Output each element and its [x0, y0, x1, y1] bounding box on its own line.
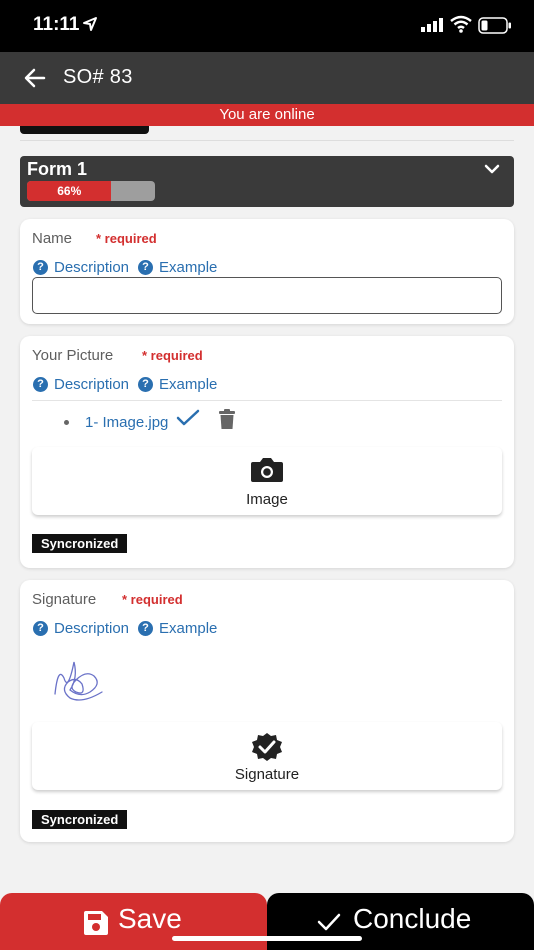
field-label: Name — [32, 230, 73, 247]
field-card-picture: Your Picture * required ? Description ? … — [20, 336, 514, 568]
progress-label: 66% — [57, 184, 82, 198]
check-icon — [317, 913, 341, 931]
signature-button-label: Signature — [234, 766, 300, 783]
attached-file-item: 1- Image.jpg — [64, 408, 236, 431]
required-marker: * required — [96, 231, 157, 246]
chevron-down-icon[interactable] — [484, 163, 500, 175]
save-icon — [84, 911, 108, 935]
trash-icon[interactable] — [218, 408, 236, 429]
help-links: ? Description ? Example — [33, 376, 226, 393]
status-bar: 11:11 — [0, 0, 534, 52]
camera-icon — [251, 458, 283, 482]
example-link[interactable]: Example — [159, 620, 217, 637]
signal-icon — [421, 18, 443, 32]
page-title: SO# 83 — [63, 66, 133, 88]
field-label: Signature — [32, 591, 97, 608]
conclude-button-label: Conclude — [353, 903, 472, 934]
back-arrow-icon[interactable] — [22, 65, 48, 91]
name-input[interactable] — [32, 277, 502, 314]
field-card-name: Name * required ? Description ? Example — [20, 219, 514, 324]
help-icon: ? — [33, 621, 48, 636]
sync-status-badge: Syncronized — [32, 810, 128, 829]
home-indicator — [172, 936, 362, 941]
help-icon: ? — [138, 621, 154, 636]
signature-preview-image — [54, 661, 103, 701]
help-links: ? Description ? Example — [33, 620, 226, 637]
capture-signature-button[interactable]: Signature — [32, 722, 502, 790]
wifi-icon — [450, 15, 472, 33]
app-bar: SO# 83 — [0, 52, 534, 104]
help-icon: ? — [138, 377, 154, 392]
verified-badge-icon — [252, 733, 282, 761]
help-links: ? Description ? Example — [33, 259, 226, 276]
help-icon: ? — [33, 260, 48, 275]
required-marker: * required — [122, 592, 183, 607]
file-name-link[interactable]: 1- Image.jpg — [85, 414, 168, 431]
help-icon: ? — [138, 260, 154, 275]
example-link[interactable]: Example — [159, 376, 217, 393]
scrolled-element-edge — [20, 126, 149, 134]
field-card-signature: Signature * required ? Description ? Exa… — [20, 580, 514, 842]
conclude-button[interactable]: Conclude — [267, 893, 534, 950]
divider — [32, 400, 502, 401]
capture-image-button[interactable]: Image — [32, 447, 502, 515]
form-title: Form 1 — [27, 159, 88, 179]
field-label: Your Picture — [32, 347, 114, 364]
save-button-label: Save — [118, 903, 182, 934]
example-link[interactable]: Example — [159, 259, 217, 276]
list-bullet — [64, 420, 69, 425]
image-button-label: Image — [246, 491, 288, 508]
online-status-banner: You are online — [0, 104, 534, 126]
bottom-action-bar: Save Conclude — [0, 893, 534, 950]
location-arrow-icon — [83, 17, 97, 31]
sync-status-badge: Syncronized — [32, 534, 128, 553]
status-time: 11:11 — [33, 14, 80, 35]
description-link[interactable]: Description — [54, 620, 129, 637]
form-progress-bar: 66% — [27, 181, 155, 201]
save-button[interactable]: Save — [0, 893, 267, 950]
help-icon: ? — [33, 377, 48, 392]
description-link[interactable]: Description — [54, 259, 129, 276]
divider — [20, 140, 514, 141]
form-section-header[interactable]: Form 1 66% — [20, 156, 514, 207]
check-icon — [177, 409, 200, 425]
battery-icon — [478, 17, 511, 34]
description-link[interactable]: Description — [54, 376, 129, 393]
required-marker: * required — [142, 348, 203, 363]
